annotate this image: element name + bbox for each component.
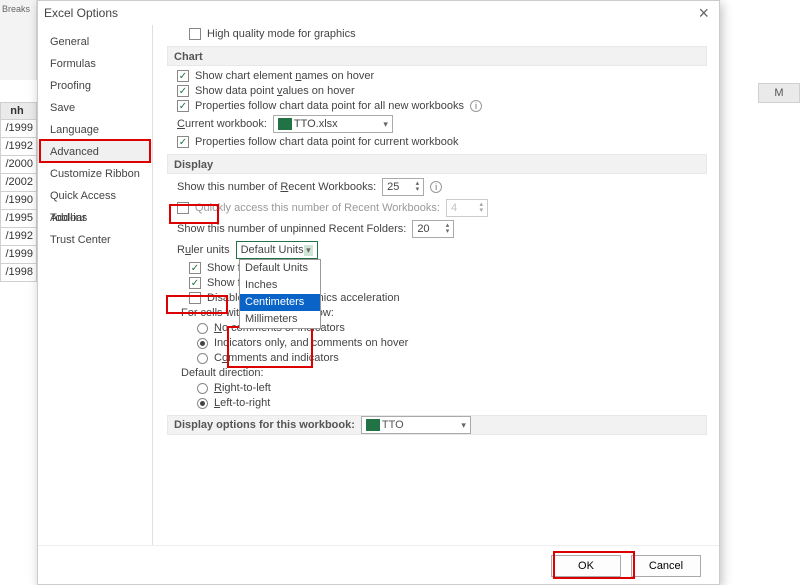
radio-comments-indicators[interactable]	[197, 353, 208, 364]
option-inches[interactable]: Inches	[240, 277, 320, 294]
dialog-title: Excel Options	[44, 6, 694, 20]
option-default-units[interactable]: Default Units	[240, 260, 320, 277]
sidebar-item-trust-center[interactable]: Trust Center	[38, 229, 152, 251]
ribbon-fragment: Breaks	[0, 0, 37, 80]
sidebar-item-advanced[interactable]: Advanced	[38, 141, 152, 163]
spinner-recent-workbooks[interactable]: 25▴▾	[382, 178, 424, 196]
cell[interactable]: /2000	[0, 156, 37, 174]
cell[interactable]: /2002	[0, 174, 37, 192]
dropdown-value: TTO.xlsx	[294, 118, 338, 130]
dropdown-workbook-display[interactable]: TTO ▾	[361, 416, 471, 434]
checkbox-show-screentips[interactable]	[189, 277, 201, 289]
sidebar-item-addins[interactable]: Add-ins	[38, 207, 152, 229]
ok-button[interactable]: OK	[551, 555, 621, 577]
label-direction-header: Default direction:	[181, 367, 264, 379]
radio-rtl[interactable]	[197, 383, 208, 394]
label-ltr: Left-to-right	[214, 397, 270, 409]
spinner-quick-access: 4▴▾	[446, 199, 488, 217]
cell[interactable]: /1992	[0, 228, 37, 246]
option-centimeters[interactable]: Centimeters	[240, 294, 320, 311]
spinner-recent-folders[interactable]: 20▴▾	[412, 220, 454, 238]
sidebar-item-formulas[interactable]: Formulas	[38, 53, 152, 75]
label-hq-graphics: High quality mode for graphics	[207, 28, 356, 40]
section-chart: Chart	[167, 46, 707, 66]
sidebar-item-general[interactable]: General	[38, 31, 152, 53]
excel-options-dialog: Excel Options × General Formulas Proofin…	[37, 0, 720, 585]
label-rtl: Right-to-left	[214, 382, 271, 394]
label-chart-values: Show data point values on hover	[195, 85, 355, 97]
radio-no-comments[interactable]	[197, 323, 208, 334]
chevron-down-icon: ▾	[304, 245, 313, 256]
excel-icon	[278, 118, 292, 130]
label-recent-folders: Show this number of unpinned Recent Fold…	[177, 223, 406, 235]
sidebar-item-save[interactable]: Save	[38, 97, 152, 119]
checkbox-chart-names[interactable]	[177, 70, 189, 82]
dropdown-ruler-units[interactable]: Default Units ▾	[236, 241, 318, 259]
checkbox-props-all[interactable]	[177, 100, 189, 112]
radio-ltr[interactable]	[197, 398, 208, 409]
cell[interactable]: /1990	[0, 192, 37, 210]
sidebar-item-customize-ribbon[interactable]: Customize Ribbon	[38, 163, 152, 185]
col-header-m[interactable]: M	[758, 83, 800, 103]
sidebar-item-proofing[interactable]: Proofing	[38, 75, 152, 97]
cancel-button[interactable]: Cancel	[631, 555, 701, 577]
dropdown-current-workbook[interactable]: TTO.xlsx ▾	[273, 115, 393, 133]
option-millimeters[interactable]: Millimeters	[240, 311, 320, 328]
label-comments-indicators: Comments and indicators	[214, 352, 339, 364]
label-quick-access: Quickly access this number of Recent Wor…	[195, 202, 440, 214]
info-icon[interactable]: i	[430, 181, 442, 193]
section-display: Display	[167, 154, 707, 174]
section-workbook-display: Display options for this workbook: TTO ▾	[167, 415, 707, 435]
cell[interactable]: /1992	[0, 138, 37, 156]
checkbox-chart-values[interactable]	[177, 85, 189, 97]
cell[interactable]: /1999	[0, 120, 37, 138]
checkbox-quick-access[interactable]	[177, 202, 189, 214]
excel-icon	[366, 419, 380, 431]
checkbox-disable-hw[interactable]	[189, 292, 201, 304]
chevron-down-icon: ▾	[461, 415, 466, 435]
close-icon[interactable]: ×	[694, 3, 713, 24]
checkbox-props-current[interactable]	[177, 136, 189, 148]
info-icon[interactable]: i	[470, 100, 482, 112]
label-recent-workbooks: Show this number of Recent Workbooks:	[177, 181, 376, 193]
checkbox-show-formula-bar[interactable]	[189, 262, 201, 274]
label-indicators-only: Indicators only, and comments on hover	[214, 337, 408, 349]
cell[interactable]: /1995	[0, 210, 37, 228]
radio-indicators-only[interactable]	[197, 338, 208, 349]
cell[interactable]: /1999	[0, 246, 37, 264]
label-props-current: Properties follow chart data point for c…	[195, 136, 459, 148]
label-ruler-units: Ruler units	[177, 244, 230, 256]
label-chart-names: Show chart element names on hover	[195, 70, 374, 82]
checkbox-hq-graphics[interactable]	[189, 28, 201, 40]
label-current-workbook: Current workbook:	[177, 118, 267, 130]
options-sidebar: General Formulas Proofing Save Language …	[38, 25, 153, 545]
cell[interactable]: /1998	[0, 264, 37, 282]
label-props-all: Properties follow chart data point for a…	[195, 100, 464, 112]
chevron-down-icon: ▾	[383, 119, 388, 130]
sidebar-item-qat[interactable]: Quick Access Toolbar	[38, 185, 152, 207]
options-panel: High quality mode for graphics Chart Sho…	[153, 25, 719, 545]
sidebar-item-language[interactable]: Language	[38, 119, 152, 141]
dropdown-ruler-units-list: Default Units Inches Centimeters Millime…	[239, 259, 321, 329]
col-header-a[interactable]: nh	[0, 102, 37, 120]
